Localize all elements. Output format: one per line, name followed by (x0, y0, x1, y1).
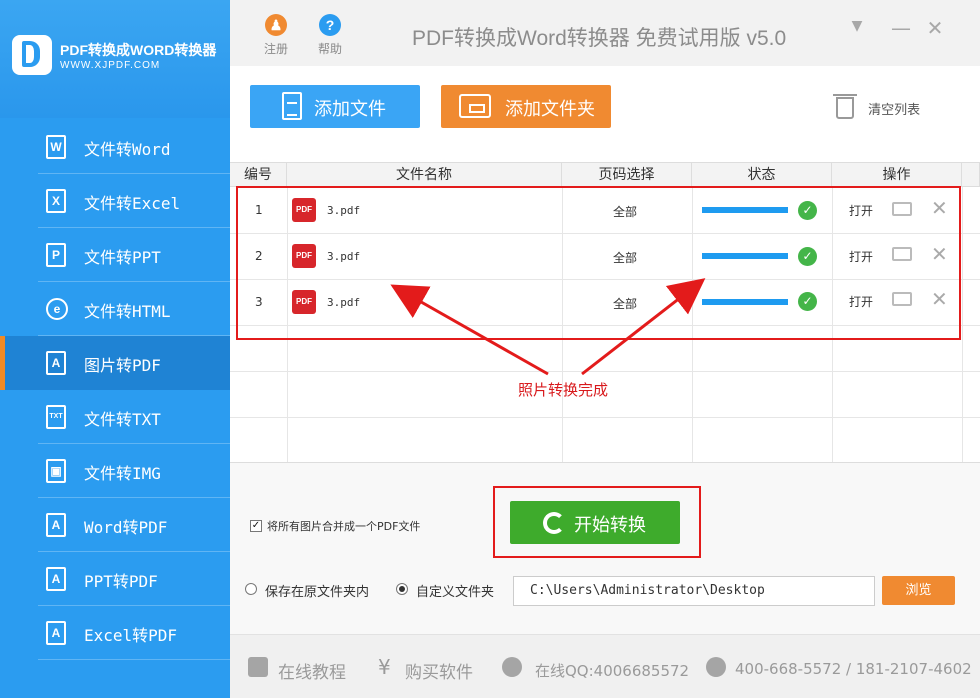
phone-contact: 400-668-5572 / 181-2107-4602 (735, 660, 972, 678)
sidebar-item-label: Excel转PDF (84, 626, 178, 645)
column-header-filename[interactable]: 文件名称 (287, 163, 562, 187)
help-button[interactable]: ? 帮助 (310, 14, 350, 57)
logo-icon (12, 35, 52, 75)
phone-icon (706, 657, 726, 677)
document-icon (248, 657, 268, 677)
logo-title: PDF转换成WORD转换器 (60, 42, 217, 58)
tutorial-link[interactable]: 在线教程 (278, 658, 346, 683)
column-header-actions[interactable]: 操作 (832, 163, 962, 187)
sidebar-item-label: Word转PDF (84, 518, 168, 537)
save-original-radio[interactable] (245, 583, 257, 595)
word-icon: W (46, 135, 66, 159)
sidebar-item-file-to-excel[interactable]: X 文件转Excel (0, 174, 230, 228)
user-icon: ♟ (265, 14, 287, 36)
add-file-label: 添加文件 (314, 99, 386, 120)
txt-icon: TXT (46, 405, 66, 429)
save-original-label: 保存在原文件夹内 (265, 585, 370, 600)
add-folder-button[interactable]: 添加文件夹 (441, 85, 611, 128)
trash-icon (833, 94, 857, 119)
merge-checkbox[interactable]: ✓ (250, 520, 262, 532)
sidebar-item-label: 文件转IMG (84, 464, 161, 483)
clear-list-button[interactable]: 清空列表 (833, 94, 921, 119)
annotation-text: 照片转换完成 (518, 381, 609, 399)
sidebar-item-file-to-img[interactable]: ▣ 文件转IMG (0, 444, 230, 498)
sidebar-item-file-to-txt[interactable]: TXT 文件转TXT (0, 390, 230, 444)
sidebar-item-image-to-pdf[interactable]: A 图片转PDF (0, 336, 230, 390)
output-path-input[interactable]: C:\Users\Administrator\Desktop (513, 576, 875, 606)
excel-icon: X (46, 189, 66, 213)
register-button[interactable]: ♟ 注册 (256, 14, 296, 57)
menu-dropdown-icon[interactable]: ▼ (846, 18, 868, 34)
sidebar-item-file-to-html[interactable]: e 文件转HTML (0, 282, 230, 336)
column-header-status[interactable]: 状态 (692, 163, 832, 187)
close-icon[interactable]: ✕ (924, 16, 946, 40)
sidebar-item-label: 文件转TXT (84, 410, 161, 429)
add-file-button[interactable]: 添加文件 (250, 85, 420, 128)
start-convert-button[interactable]: 开始转换 (510, 501, 680, 544)
footer: 在线教程 ¥ 购买软件 在线QQ:4006685572 400-668-5572… (230, 634, 980, 698)
qq-contact[interactable]: 在线QQ:4006685572 (535, 660, 689, 681)
title-bar: ♟ 注册 ? 帮助 PDF转换成Word转换器 免费试用版 v5.0 ▼ — ✕ (230, 0, 980, 66)
document-icon (282, 92, 302, 120)
sidebar-item-excel-to-pdf[interactable]: A Excel转PDF (0, 606, 230, 660)
help-label: 帮助 (317, 42, 342, 56)
column-header-spacer (962, 163, 980, 187)
custom-folder-label: 自定义文件夹 (416, 585, 495, 600)
column-header-pages[interactable]: 页码选择 (562, 163, 692, 187)
help-icon: ? (319, 14, 341, 36)
sidebar-item-label: 文件转HTML (84, 302, 171, 321)
clear-list-label: 清空列表 (868, 102, 921, 118)
folder-icon (459, 94, 491, 118)
logo-area: PDF转换成WORD转换器 WWW.XJPDF.COM (0, 0, 230, 118)
yuan-icon: ¥ (378, 655, 391, 679)
add-folder-label: 添加文件夹 (505, 99, 595, 120)
start-convert-label: 开始转换 (574, 515, 646, 536)
pdf-icon: A (46, 513, 66, 537)
sidebar-item-label: 文件转Excel (84, 194, 181, 213)
highlight-box-rows (236, 186, 961, 340)
sidebar-item-label: 文件转PPT (84, 248, 161, 267)
merge-label: 将所有图片合并成一个PDF文件 (267, 520, 421, 533)
app-title: PDF转换成Word转换器 免费试用版 v5.0 (412, 27, 787, 50)
custom-folder-radio[interactable] (396, 583, 408, 595)
refresh-icon (543, 512, 565, 534)
pdf-icon: A (46, 567, 66, 591)
pdf-icon: A (46, 621, 66, 645)
sidebar-item-ppt-to-pdf[interactable]: A PPT转PDF (0, 552, 230, 606)
buy-link[interactable]: 购买软件 (405, 658, 473, 683)
image-icon: ▣ (46, 459, 66, 483)
sidebar-item-label: PPT转PDF (84, 572, 158, 591)
sidebar-item-label: 图片转PDF (84, 356, 161, 375)
sidebar-item-file-to-ppt[interactable]: P 文件转PPT (0, 228, 230, 282)
qq-icon (502, 657, 522, 677)
logo-url: WWW.XJPDF.COM (60, 60, 161, 71)
minimize-icon[interactable]: — (890, 16, 912, 40)
pdf-icon: A (46, 351, 66, 375)
browse-button[interactable]: 浏览 (882, 576, 955, 605)
column-header-number[interactable]: 编号 (230, 163, 287, 187)
ppt-icon: P (46, 243, 66, 267)
sidebar-item-file-to-word[interactable]: W 文件转Word (0, 120, 230, 174)
globe-icon: e (46, 298, 68, 320)
sidebar-item-label: 文件转Word (84, 140, 171, 159)
sidebar-item-word-to-pdf[interactable]: A Word转PDF (0, 498, 230, 552)
register-label: 注册 (263, 42, 288, 56)
sidebar: PDF转换成WORD转换器 WWW.XJPDF.COM W 文件转Word X … (0, 0, 230, 698)
